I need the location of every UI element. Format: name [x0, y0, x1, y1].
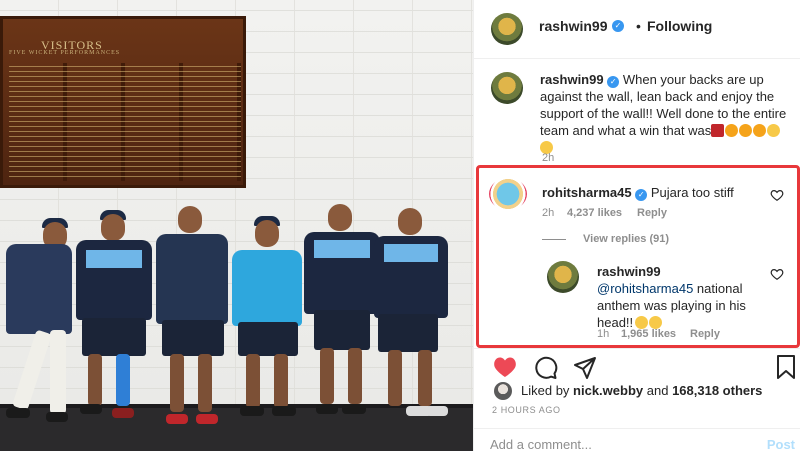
post-photo[interactable]: VISITORS FIVE WICKET PERFORMANCES [0, 0, 473, 451]
caption-time: 2h [542, 152, 555, 164]
verified-icon: ✓ [612, 20, 624, 32]
caption-avatar[interactable] [491, 72, 523, 104]
like-heart-icon[interactable] [492, 356, 518, 378]
fire-icon [725, 124, 739, 137]
header-divider [474, 58, 800, 59]
board-subtitle: FIVE WICKET PERFORMANCES [9, 50, 121, 56]
fire-icon [739, 124, 753, 137]
save-bookmark-icon[interactable] [776, 355, 796, 379]
player-1 [2, 218, 82, 428]
comment-icon[interactable] [534, 356, 558, 380]
player-4 [228, 216, 308, 426]
author-avatar[interactable] [491, 13, 523, 45]
player-5 [302, 204, 382, 426]
post-timestamp[interactable]: 2 HOURS AGO [492, 405, 561, 415]
player-3 [152, 206, 232, 426]
following-button[interactable]: Following [647, 18, 712, 34]
caption: rashwin99 ✓ When your backs are up again… [540, 71, 790, 156]
liked-by-and: and [646, 383, 669, 398]
player-2 [74, 210, 154, 425]
separator-dot: • [636, 18, 641, 34]
share-icon[interactable] [573, 356, 597, 380]
board-names [9, 63, 241, 181]
player-6 [372, 208, 452, 426]
liked-by-prefix: Liked by [521, 383, 570, 398]
actions-divider [474, 348, 800, 349]
highlight-box [476, 165, 800, 348]
honours-board: VISITORS FIVE WICKET PERFORMANCES [0, 16, 246, 188]
author-username[interactable]: rashwin99 [539, 18, 607, 34]
hugging-face-icon [767, 124, 781, 137]
liker-avatar[interactable] [494, 382, 512, 400]
verified-icon: ✓ [607, 76, 620, 88]
likes-count[interactable]: 168,318 others [672, 383, 762, 398]
add-comment-bar: Post [474, 428, 800, 451]
broken-heart-icon [711, 124, 725, 137]
caption-username[interactable]: rashwin99 [540, 72, 604, 87]
add-comment-input[interactable] [490, 437, 740, 451]
fire-icon [753, 124, 767, 137]
liked-by-user[interactable]: nick.webby [573, 383, 643, 398]
liked-by: Liked by nick.webby and 168,318 others [521, 383, 762, 398]
post-button[interactable]: Post [767, 437, 795, 451]
